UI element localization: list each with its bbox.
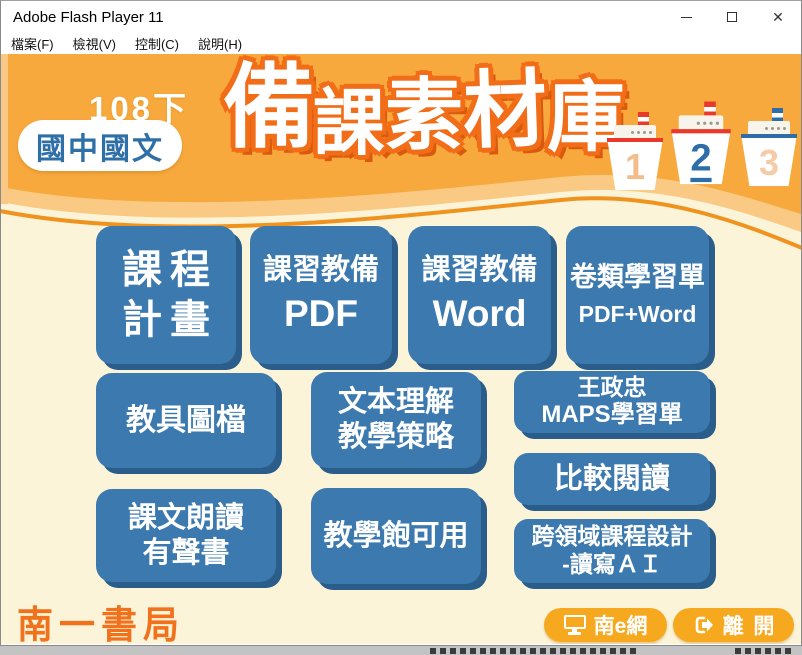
pager-number-2: 2	[690, 138, 711, 182]
menu-bar: 檔案(F) 檢視(V) 控制(C) 說明(H)	[1, 33, 801, 54]
menu-view[interactable]: 檢視(V)	[73, 34, 116, 53]
tile-worksheets-pdf-word[interactable]: 卷類學習單 PDF+Word	[566, 226, 709, 364]
menu-file[interactable]: 檔案(F)	[11, 34, 54, 53]
ship-hull-icon: 1	[607, 138, 663, 190]
ship-hull-icon: 3	[741, 134, 797, 186]
pager-ship-3[interactable]: 3	[741, 108, 797, 190]
tile-course-plan[interactable]: 課程 計畫	[96, 226, 236, 364]
tile-maps-worksheet[interactable]: 王政忠 MAPS學習單	[514, 371, 710, 433]
background-window-text-fragment	[430, 648, 640, 654]
ship-hull-icon: 2	[671, 129, 730, 184]
minimize-icon	[681, 17, 692, 18]
tile-teaching-pack[interactable]: 教學飽可用	[311, 488, 481, 584]
ship-stripe	[741, 134, 797, 138]
flash-stage: 108下 國中國文 備 課 素 材 庫 1	[1, 54, 801, 644]
window-controls: ✕	[663, 1, 801, 33]
tile-teaching-aids[interactable]: 教具圖檔	[96, 373, 276, 468]
tile-materials-word[interactable]: 課習教備 Word	[408, 226, 551, 364]
flash-player-window: Adobe Flash Player 11 ✕ 檔案(F) 檢視(V) 控制(C…	[0, 0, 802, 646]
nanenet-button[interactable]: 南e網	[544, 608, 667, 642]
window-title: Adobe Flash Player 11	[13, 9, 164, 26]
background-window-text-fragment	[735, 648, 793, 654]
close-button[interactable]: ✕	[755, 1, 801, 33]
exit-icon	[691, 613, 715, 637]
monitor-icon	[564, 615, 586, 635]
exit-button[interactable]: 離 開	[673, 608, 794, 642]
tile-audio-book[interactable]: 課文朗讀 有聲書	[96, 489, 276, 582]
close-icon: ✕	[772, 10, 784, 24]
maximize-icon	[727, 12, 737, 22]
maximize-button[interactable]	[709, 1, 755, 33]
pager-ship-1[interactable]: 1	[607, 112, 663, 194]
pager-number-3: 3	[759, 142, 779, 184]
publisher-logo: 南一書局	[17, 595, 185, 644]
menu-help[interactable]: 說明(H)	[198, 34, 242, 53]
stage-left-highlight	[1, 54, 8, 204]
tile-materials-pdf[interactable]: 課習教備 PDF	[250, 226, 392, 364]
pager-number-1: 1	[625, 146, 645, 188]
background-window-strip	[0, 646, 802, 655]
title-bar[interactable]: Adobe Flash Player 11 ✕	[1, 1, 801, 33]
tile-cross-domain-ai[interactable]: 跨領域課程設計 -讀寫ＡＩ	[514, 519, 710, 583]
tile-text-comprehension[interactable]: 文本理解 教學策略	[311, 372, 481, 468]
tile-comparative-reading[interactable]: 比較閱讀	[514, 453, 710, 505]
pager-ship-2-active[interactable]: 2	[671, 102, 730, 189]
minimize-button[interactable]	[663, 1, 709, 33]
page-title: 備 課 素 材 庫	[223, 62, 603, 160]
ship-stripe	[671, 129, 730, 133]
menu-control[interactable]: 控制(C)	[135, 34, 179, 53]
subject-label: 國中國文	[36, 124, 164, 168]
exit-label: 離 開	[723, 610, 777, 640]
nanenet-label: 南e網	[594, 610, 648, 640]
ship-stripe	[607, 138, 663, 142]
subject-badge: 國中國文	[18, 120, 182, 171]
